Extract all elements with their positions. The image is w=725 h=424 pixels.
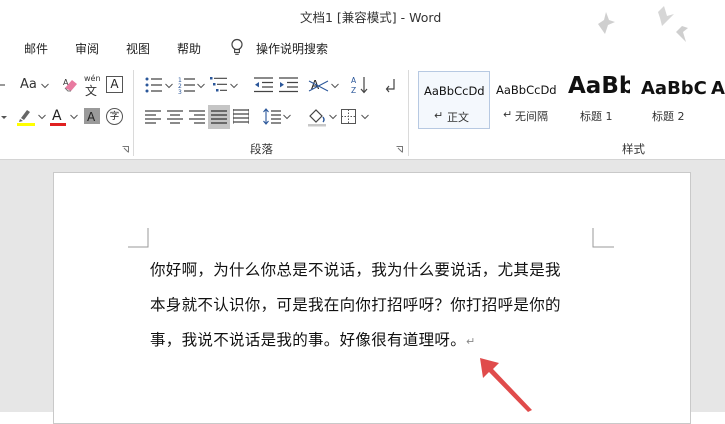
svg-text:A: A: [87, 110, 96, 124]
svg-text:3: 3: [178, 89, 182, 94]
document-line-text: 事，我说不说话是我的事。好像很有道理呀。: [150, 331, 467, 349]
chevron-down-icon[interactable]: [230, 83, 238, 89]
clear-formatting-icon[interactable]: A: [62, 76, 80, 94]
paragraph-mark-icon: ↵: [466, 335, 476, 348]
svg-text:A: A: [52, 108, 62, 124]
multilevel-list-icon[interactable]: [210, 76, 228, 94]
style-no-spacing[interactable]: AaBbCcDd ↵ 无间隔: [493, 71, 565, 127]
group-label-paragraph: 段落: [250, 142, 273, 156]
group-label-styles: 样式: [622, 142, 645, 156]
svg-text:A: A: [63, 78, 69, 87]
margin-corner-mark: [128, 228, 149, 248]
chevron-down-icon[interactable]: [197, 83, 205, 89]
borders-icon[interactable]: [341, 109, 356, 124]
font-color-icon[interactable]: A: [49, 107, 69, 127]
align-left-icon[interactable]: [145, 110, 161, 124]
svg-text:A: A: [351, 76, 357, 85]
partial-dropdown-icon[interactable]: [0, 110, 10, 124]
change-case-button[interactable]: Aa: [20, 77, 37, 92]
bullets-icon[interactable]: [145, 77, 163, 93]
style-preview: A: [711, 78, 725, 99]
show-hide-marks-icon[interactable]: [384, 77, 398, 93]
paragraph-dialog-launcher-icon[interactable]: [396, 146, 403, 153]
style-name: 标题 1: [580, 110, 613, 123]
menu-bar: 邮件 审阅 视图 帮助 操作说明搜索: [0, 32, 725, 62]
chevron-down-icon[interactable]: [41, 83, 49, 89]
group-divider: [133, 70, 134, 156]
group-divider: [408, 70, 409, 156]
align-right-icon[interactable]: [189, 110, 205, 124]
decrease-indent-icon[interactable]: [254, 77, 274, 93]
justify-button[interactable]: [208, 105, 230, 129]
title-bar: 文档1 [兼容模式] - Word: [0, 0, 725, 42]
chevron-down-icon[interactable]: [70, 114, 78, 120]
style-name: 标题 2: [652, 110, 685, 123]
svg-text:A: A: [311, 78, 320, 92]
document-line-text: 本身就不认识你，可是我在向你打招呼呀？你打招呼是你的: [150, 296, 561, 314]
window-title: 文档1 [兼容模式] - Word: [300, 10, 442, 25]
line-spacing-icon[interactable]: [263, 108, 281, 126]
tab-help[interactable]: 帮助: [177, 40, 201, 57]
style-paragraph-mark-icon: ↵: [503, 108, 513, 121]
document-line: 本身就不认识你，可是我在向你打招呼呀？你打招呼是你的: [150, 288, 600, 323]
lightbulb-icon[interactable]: [230, 38, 244, 56]
numbering-icon[interactable]: 1 2 3: [178, 76, 196, 94]
justify-icon: [211, 110, 227, 124]
highlight-color-icon[interactable]: [16, 107, 38, 127]
style-heading-1[interactable]: AaBb 标题 1: [568, 71, 630, 127]
tab-mailings[interactable]: 邮件: [24, 40, 48, 57]
style-name: 无间隔: [515, 110, 548, 123]
font-dialog-launcher-icon[interactable]: [122, 146, 129, 153]
sort-icon[interactable]: A Z: [351, 75, 369, 95]
chevron-down-icon[interactable]: [165, 83, 173, 89]
style-paragraph-mark-icon: ↵: [434, 109, 444, 122]
style-normal[interactable]: AaBbCcDd ↵ 正文: [418, 71, 490, 129]
document-line: 你好啊，为什么你总是不说话，我为什么要说话，尤其是我: [150, 261, 561, 279]
style-name: 正文: [447, 111, 469, 124]
tab-review[interactable]: 审阅: [75, 40, 99, 57]
annotation-arrow-icon: [480, 358, 532, 412]
character-border-button[interactable]: A: [106, 76, 123, 93]
align-center-icon[interactable]: [167, 110, 183, 124]
svg-text:Z: Z: [351, 86, 356, 95]
increase-indent-icon[interactable]: [279, 77, 299, 93]
distributed-icon[interactable]: [233, 109, 249, 125]
style-heading-2[interactable]: AaBbC 标题 2: [639, 71, 711, 127]
shading-icon[interactable]: [307, 107, 329, 127]
style-next-partial[interactable]: A: [711, 71, 725, 127]
tab-view[interactable]: 视图: [126, 40, 150, 57]
character-shading-icon[interactable]: A: [84, 108, 100, 124]
style-preview: AaBbC: [641, 78, 707, 99]
tell-me-search[interactable]: 操作说明搜索: [256, 40, 328, 57]
chevron-down-icon[interactable]: [361, 114, 369, 120]
chevron-down-icon[interactable]: [283, 114, 291, 120]
style-preview: AaBb: [568, 73, 630, 99]
asian-layout-icon[interactable]: A: [308, 76, 330, 94]
style-preview: AaBbCcDd: [424, 84, 485, 98]
chevron-down-icon[interactable]: [329, 114, 337, 120]
style-preview: AaBbCcDd: [496, 83, 557, 97]
font-size-partial-icon[interactable]: [0, 77, 10, 95]
phonetic-guide-button[interactable]: 文: [85, 82, 97, 99]
document-body[interactable]: 你好啊，为什么你总是不说话，我为什么要说话，尤其是我 本身就不认识你，可是我在向…: [150, 253, 600, 359]
margin-corner-mark: [592, 228, 614, 248]
chevron-down-icon[interactable]: [38, 114, 46, 120]
chevron-down-icon[interactable]: [331, 83, 339, 89]
enclose-characters-button[interactable]: 字: [106, 108, 123, 125]
